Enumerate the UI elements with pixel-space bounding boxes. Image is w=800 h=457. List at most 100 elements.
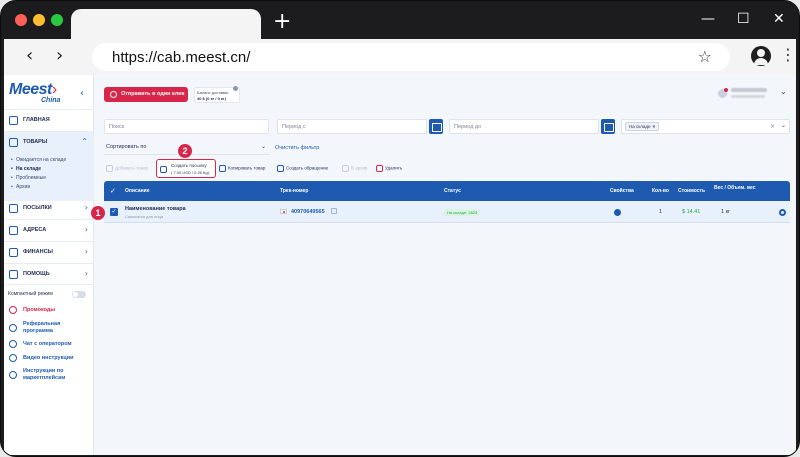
clear-select-icon[interactable]: × [770, 123, 775, 130]
copy-item-button[interactable]: Копировать товар [219, 165, 265, 172]
sidebar: Meest› China ‹ ГЛАВНАЯ ТОВАРЫ ⌃ Ожидаетс… [4, 75, 94, 455]
send-one-click-button[interactable]: Отправить в один клик [104, 87, 188, 102]
clear-filter-link[interactable]: Очистить фильтр [275, 145, 319, 151]
address-bar[interactable]: https://cab.meest.cn/ ☆ [92, 43, 730, 71]
chip-remove-icon[interactable]: × [653, 124, 656, 129]
new-tab-icon[interactable]: + [273, 9, 291, 34]
submenu-item-archive[interactable]: Архив [11, 184, 30, 190]
row-cost: $ 14.41 [682, 209, 701, 215]
grid-icon [9, 116, 18, 125]
row-checkbox[interactable]: ✓ [110, 208, 118, 216]
minimize-window-dot[interactable] [33, 14, 45, 26]
status-chip[interactable]: На складе × [625, 122, 660, 131]
column-props[interactable]: Свойства [610, 188, 634, 194]
sidebar-item-label: ПОМОЩЬ [23, 271, 50, 277]
chevron-down-icon[interactable]: ⌄ [781, 122, 786, 129]
chevron-right-icon: › [84, 269, 88, 278]
step-marker-2: 2 [178, 144, 192, 158]
close-icon[interactable]: ✕ [773, 11, 785, 27]
submenu-item-problem[interactable]: Проблемные [11, 175, 46, 181]
sidebar-item-goods[interactable]: ТОВАРЫ ⌃ [4, 131, 94, 153]
select-all-checkbox[interactable]: ✓ [110, 187, 116, 195]
tab-strip: + — ☐ ✕ [1, 1, 799, 43]
compact-mode-label: Компактный режим [8, 291, 53, 297]
add-item-label: Добавить товар [115, 165, 148, 171]
column-description[interactable]: Описание [125, 188, 149, 194]
properties-icon[interactable] [614, 209, 621, 216]
row-details-icon[interactable] [779, 209, 786, 216]
sidebar-link-referral[interactable]: Реферальная программа [23, 321, 83, 335]
delete-button[interactable]: Удалить [376, 165, 402, 172]
sidebar-link-chat[interactable]: Чат с оператором [23, 341, 72, 348]
column-cost[interactable]: Стоимость [678, 188, 705, 194]
submenu-item-in-stock[interactable]: На складе [11, 166, 41, 172]
collapse-sidebar-icon[interactable]: ‹ [80, 88, 84, 99]
zoom-window-dot[interactable] [51, 14, 63, 26]
calendar-icon[interactable] [601, 119, 615, 134]
add-item-button[interactable]: Добавить товар [106, 165, 148, 172]
browser-menu-icon[interactable]: ⋮ [780, 45, 796, 64]
chevron-right-icon: › [84, 247, 88, 256]
row-item-subtitle: Самокатка для лица [125, 214, 164, 219]
row-item-name[interactable]: Наименование товара [125, 206, 186, 212]
sidebar-item-label: ФИНАНСЫ [23, 249, 53, 255]
info-icon[interactable] [233, 86, 238, 91]
minimize-icon[interactable]: — [701, 11, 715, 27]
copy-icon[interactable] [331, 208, 337, 214]
sidebar-item-label: ПОСЫЛКИ [23, 205, 52, 211]
sidebar-item-help[interactable]: ПОМОЩЬ › [4, 263, 94, 285]
period-from-input[interactable]: Период с [277, 119, 427, 134]
calendar-icon[interactable] [429, 119, 443, 134]
maximize-icon[interactable]: ☐ [737, 11, 750, 27]
location-icon [9, 226, 18, 235]
page-content: Meest› China ‹ ГЛАВНАЯ ТОВАРЫ ⌃ Ожидаетс… [4, 75, 796, 455]
sidebar-item-home[interactable]: ГЛАВНАЯ [4, 109, 94, 131]
create-parcel-label: Создать посылку [171, 163, 207, 168]
referral-icon [9, 324, 17, 332]
sidebar-item-finance[interactable]: ФИНАНСЫ › [4, 241, 94, 263]
balance-label: Баланс доставки [197, 90, 229, 95]
table-row[interactable]: ✓ Наименование товара Самокатка для лица… [104, 201, 790, 223]
sidebar-link-promo[interactable]: Промокоды [23, 307, 55, 314]
active-tab[interactable] [71, 9, 261, 43]
close-window-dot[interactable] [15, 14, 27, 26]
send-button-label: Отправить в один клик [121, 91, 185, 97]
bookmark-star-icon[interactable]: ☆ [698, 47, 712, 66]
row-track-number[interactable]: 40970649565 [291, 209, 325, 215]
meest-logo[interactable]: Meest› China [9, 81, 60, 104]
archive-button[interactable]: В архив [342, 165, 367, 172]
sidebar-link-marketplaces[interactable]: Инструкции по маркетплейсам [23, 368, 83, 382]
chevron-down-icon: ⌄ [260, 143, 266, 150]
compact-mode-toggle[interactable] [72, 291, 86, 298]
column-track[interactable]: Трек-номер [280, 188, 308, 194]
status-badge: На складе: 2823 [444, 209, 481, 216]
create-parcel-button[interactable]: Создать посылку ( 7.00 USD / 0.26 Кg) [156, 159, 216, 178]
browser-window: + — ☐ ✕ ‹ › https://cab.meest.cn/ ☆ ⋮ Me… [0, 0, 800, 457]
sidebar-item-parcels[interactable]: ПОСЫЛКИ › [4, 197, 94, 219]
step-marker-1: 1 [91, 206, 105, 220]
profile-icon[interactable] [751, 46, 771, 66]
china-flag-icon [280, 209, 287, 214]
status-chip-label: На складе [629, 124, 651, 129]
row-quantity: 1 [659, 209, 663, 215]
delete-label: Удалить [385, 165, 403, 171]
box-icon [9, 138, 18, 147]
column-qty[interactable]: Кол-во [652, 188, 669, 194]
back-icon[interactable]: ‹ [26, 45, 33, 66]
forward-icon[interactable]: › [56, 45, 63, 66]
plus-icon [106, 165, 113, 172]
sidebar-link-video[interactable]: Видео инструкции [23, 355, 74, 362]
create-ticket-button[interactable]: Создать обращение [277, 165, 328, 172]
send-icon [110, 91, 117, 98]
column-status[interactable]: Статус [444, 188, 461, 194]
submenu-item-expected[interactable]: Ожидается на складе [11, 157, 66, 163]
sidebar-item-addresses[interactable]: АДРЕСА › [4, 219, 94, 241]
period-to-input[interactable]: Период до [449, 119, 599, 134]
avatar [718, 88, 728, 98]
balance-value: 40 $ (0 кг / 0 кг) [197, 96, 226, 101]
sidebar-item-label: АДРЕСА [23, 227, 47, 233]
archive-icon [342, 165, 349, 172]
period-from-placeholder: Период с [282, 124, 306, 130]
search-input[interactable]: Поиск [104, 119, 269, 134]
column-weight[interactable]: Вес / Объем. вес [714, 185, 758, 191]
